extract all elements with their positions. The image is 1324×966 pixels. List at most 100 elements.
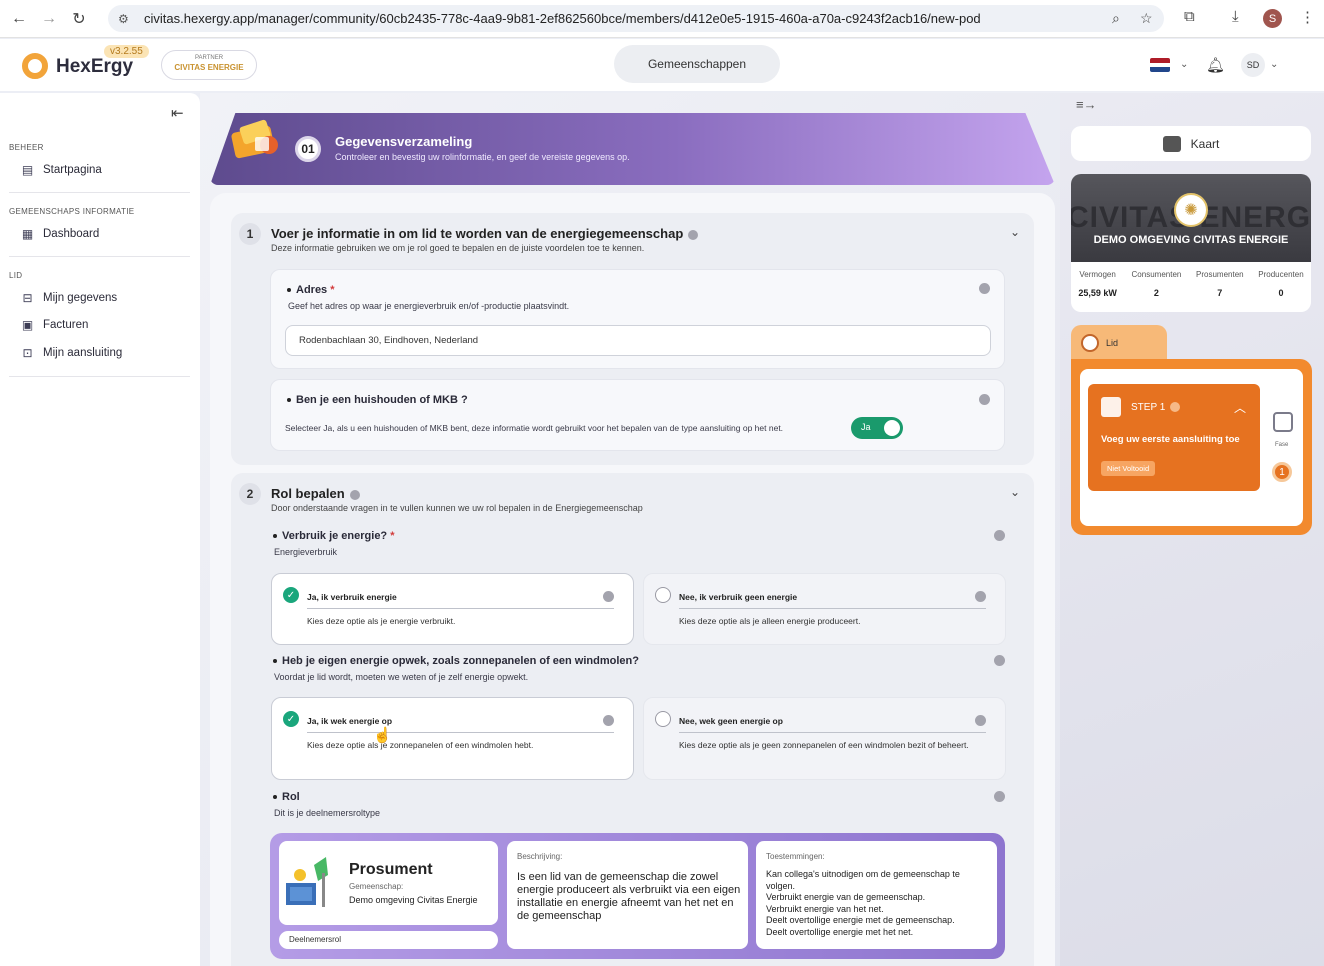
info-icon[interactable] [979,394,990,405]
section-collapse-chevron-icon[interactable]: ⌄ [1010,225,1020,239]
household-label: Ben je een huishouden of MKB ? [287,394,468,406]
url-text[interactable]: civitas.hexergy.app/manager/community/60… [144,11,1094,26]
consume-sub: Energieverbruik [274,547,338,557]
info-icon[interactable] [603,715,614,726]
app-header: HexErgy v3.2.55 PARTNER CIVITAS ENERGIE … [0,39,1324,91]
fase-label: Fase [1275,442,1289,448]
section-number: 1 [239,223,261,245]
sidebar-item-facturen[interactable]: ▣ Facturen [20,317,89,332]
sidebar-item-mijn-aansluiting[interactable]: ⊡ Mijn aansluiting [20,345,122,360]
option-produce-yes[interactable]: ✓ Ja, ik wek energie op Kies deze optie … [271,697,634,780]
lid-panel: STEP 1 ︿ Voeg uw eerste aansluiting toe … [1071,359,1312,535]
sidebar-item-mijn-gegevens[interactable]: ⊟ Mijn gegevens [20,290,117,305]
data-collection-illustration-icon [231,119,278,159]
info-icon[interactable] [1170,402,1181,413]
info-icon[interactable] [688,229,699,240]
netherlands-flag-icon[interactable] [1150,58,1170,72]
fase-icon[interactable] [1273,412,1293,432]
address-bar[interactable]: ⚙ civitas.hexergy.app/manager/community/… [108,5,1164,32]
extensions-icon[interactable]: ⧉ [1184,8,1195,25]
calendar-icon [1101,397,1121,417]
checkmark-icon[interactable]: ✓ [283,587,299,603]
info-icon[interactable] [975,715,986,726]
fase-number[interactable]: 1 [1272,462,1292,482]
stat-consumenten: Consumenten 2 [1131,270,1182,298]
invoice-icon: ▣ [21,317,34,332]
banner-title: Gegevensverzameling [335,134,473,149]
map-button[interactable]: Kaart [1071,126,1311,161]
option-consume-yes[interactable]: ✓ Ja, ik verbruik energie Kies deze opti… [271,573,634,645]
info-icon[interactable] [975,591,986,602]
language-chevron-down-icon[interactable]: ⌄ [1180,59,1188,70]
role-tag: Deelnemersrol [279,931,498,949]
sidebar-section-title: GEMEENSCHAPS INFORMATIE [9,207,135,216]
sidebar: ⇤ BEHEER ▤ Startpagina GEMEENSCHAPS INFO… [0,93,200,966]
connection-icon: ⊡ [22,345,33,360]
community-card[interactable]: CIVITAS ENERGIE ✺ DEMO OMGEVING CIVITAS … [1071,174,1311,312]
address-input[interactable]: Rodenbachlaan 30, Eindhoven, Nederland [285,325,991,356]
gemeenschappen-button[interactable]: Gemeenschappen [614,45,780,83]
option-consume-no[interactable]: Nee, ik verbruik geen energie Kies deze … [643,573,1006,645]
section-number: 2 [239,483,261,505]
radio-empty-icon[interactable] [655,587,671,603]
step-number-badge: 01 [295,136,321,162]
role-card: Prosument Gemeenschap: Demo omgeving Civ… [279,841,498,925]
user-menu-chevron-down-icon[interactable]: ⌄ [1270,59,1278,70]
map-icon [1162,135,1181,152]
site-settings-icon[interactable]: ⚙ [118,12,134,26]
main-content: 01 Gegevensverzameling Controleer en bev… [200,93,1060,966]
notification-bell-icon[interactable]: 🔔︎ [1206,56,1225,74]
collapse-sidebar-icon[interactable]: ⇤ [171,104,184,122]
community-stats: Vermogen 25,59 kW Consumenten 2 Prosumente… [1071,262,1311,298]
back-icon[interactable]: ← [8,8,30,30]
community-logo-icon: ✺ [1174,193,1208,227]
sidebar-item-startpagina[interactable]: ▤ Startpagina [20,162,102,177]
reload-icon[interactable]: ↻ [68,8,90,30]
version-badge: v3.2.55 [104,45,149,58]
sidebar-item-dashboard[interactable]: ▦ Dashboard [20,226,99,241]
user-avatar[interactable]: SD [1241,53,1265,77]
dashboard-icon: ▦ [21,226,34,241]
option-produce-no[interactable]: Nee, wek geen energie op Kies deze optie… [643,697,1006,780]
role-sub: Dit is je deelnemersroltype [274,808,381,818]
collapse-right-panel-icon[interactable]: ≡→ [1076,97,1097,112]
household-toggle[interactable]: Ja [851,417,903,439]
info-icon[interactable] [979,283,990,294]
permission-item: Kan collega's uitnodigen om de gemeensch… [766,869,960,891]
info-icon[interactable] [994,530,1005,541]
sidebar-divider [9,256,190,257]
browser-toolbar: ← → ↻ ⚙ civitas.hexergy.app/manager/comm… [0,0,1324,38]
bookmark-star-icon[interactable]: ☆ [1140,10,1153,27]
info-icon[interactable] [994,655,1005,666]
status-badge: Niet Voltooid [1101,461,1156,476]
community-name: DEMO OMGEVING CIVITAS ENERGIE [1093,234,1289,246]
role-question: Rol [273,791,300,803]
section-collapse-chevron-icon[interactable]: ⌄ [1010,485,1020,499]
address-card: Adres * Geef het adres op waar je energi… [270,269,1005,369]
permission-item: Verbruikt energie van de gemeenschap. [766,892,926,902]
brand-name: HexErgy [56,56,134,77]
section-description: Door onderstaande vragen in te vullen ku… [271,503,643,513]
download-icon[interactable]: ⤓ [1232,8,1239,25]
permission-item: Verbruikt energie van het net. [766,903,884,914]
info-icon[interactable] [349,489,360,500]
produce-question: Heb je eigen energie opwek, zoals zonnep… [273,655,639,667]
household-card: Ben je een huishouden of MKB ? Selecteer… [270,379,1005,451]
household-help: Selecteer Ja, als u een huishouden of MK… [285,423,784,433]
role-summary: Prosument Gemeenschap: Demo omgeving Civ… [270,833,1005,959]
info-icon[interactable] [994,791,1005,802]
address-help: Geef het adres op waar je energieverbrui… [288,301,570,311]
checkmark-icon[interactable]: ✓ [283,711,299,727]
info-icon[interactable] [603,591,614,602]
zoom-icon[interactable]: ⌕ [1112,10,1120,27]
home-page-icon: ▤ [21,162,34,177]
radio-empty-icon[interactable] [655,711,671,727]
step-card[interactable]: STEP 1 ︿ Voeg uw eerste aansluiting toe … [1088,384,1260,491]
role-community: Demo omgeving Civitas Energie [349,895,478,905]
user-data-icon: ⊟ [22,290,33,305]
partner-badge: PARTNER CIVITAS ENERGIE [161,50,257,80]
chevron-up-icon[interactable]: ︿ [1234,399,1246,416]
forward-icon[interactable]: → [38,8,60,30]
browser-menu-icon[interactable]: ⋮ [1300,8,1315,26]
browser-profile-avatar[interactable]: S [1263,9,1282,28]
